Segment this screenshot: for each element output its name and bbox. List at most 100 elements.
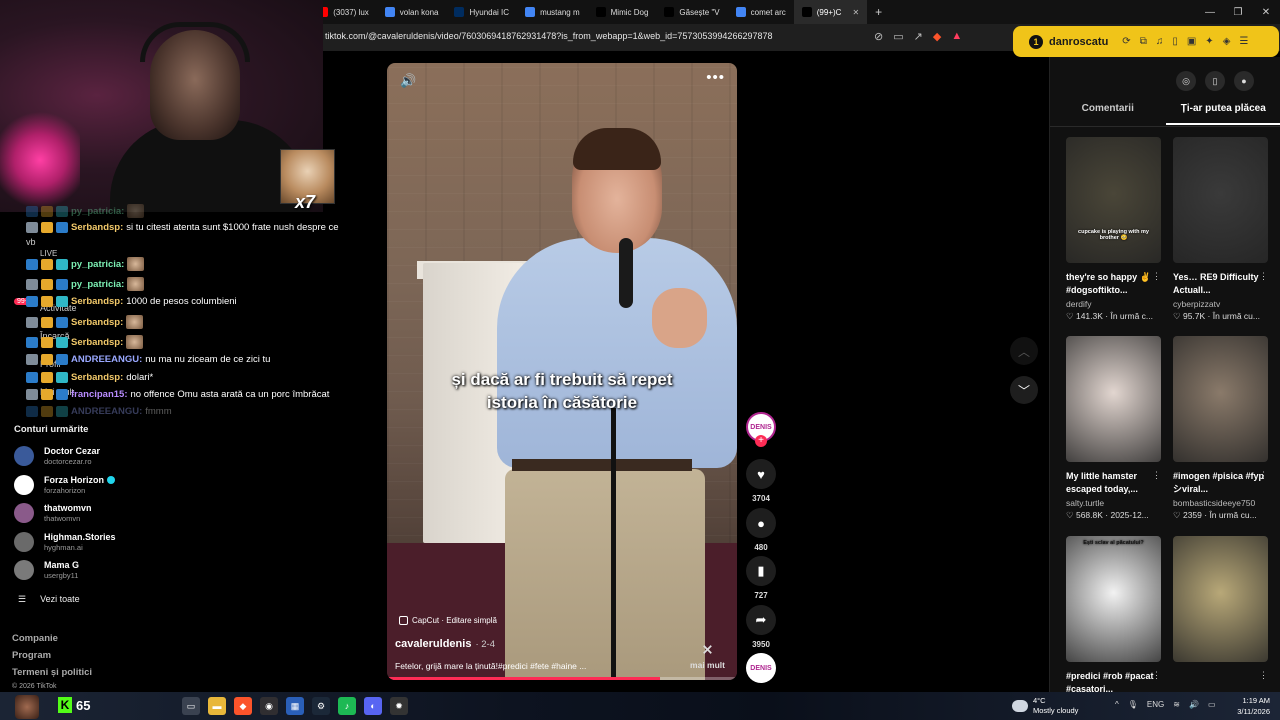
previous-video-button[interactable]: ︿ (1010, 337, 1038, 365)
video-creator[interactable]: derdify (1066, 299, 1161, 309)
chat-username[interactable]: Serbandsp: (71, 296, 123, 307)
recommended-video[interactable]: cupcake is playing with my brother 🥺 they… (1066, 137, 1161, 322)
footer-program[interactable]: Program (12, 650, 51, 661)
leo-icon[interactable]: ✦ (1205, 36, 1213, 47)
card-menu-icon[interactable]: ⋮ (1259, 670, 1268, 681)
video-title[interactable]: Yes… RE9 Difficulty Actuall... (1173, 271, 1268, 297)
chat-username[interactable]: ANDREEANGU: (71, 354, 142, 365)
device-icon[interactable]: ▯ (1205, 71, 1225, 91)
browser-tab[interactable]: Mimic Dog (588, 0, 657, 24)
sidebar-icon[interactable]: ▯ (1172, 36, 1178, 47)
video-player[interactable]: 🔊 ••• și dacă ar fi trebuit să repet ist… (387, 63, 737, 680)
recommended-video[interactable]: Ești sclav al păcatului? #predici #rob #p… (1066, 536, 1161, 696)
recommended-video[interactable]: My little hamster escaped today,... salty… (1066, 336, 1161, 521)
share-button[interactable]: ➦ 3950 (746, 605, 776, 649)
file-explorer-icon[interactable]: ▬ (208, 697, 226, 715)
chat-username[interactable]: Serbandsp: (71, 337, 123, 348)
chat-username[interactable]: francipan15: (71, 389, 128, 400)
next-video-button[interactable]: ﹀ (1010, 376, 1038, 404)
recommended-video[interactable]: martinaagega⋮ (1173, 536, 1268, 708)
video-title[interactable]: My little hamster escaped today,... (1066, 470, 1161, 496)
cast-icon[interactable]: ▭ (893, 30, 903, 43)
vpn-icon[interactable]: ◈ (1223, 36, 1231, 47)
following-account[interactable]: Doctor Cezar doctorcezar.ro (14, 446, 100, 466)
like-button[interactable]: ♥ 3704 (746, 459, 776, 503)
user-avatar-icon[interactable]: ● (1234, 71, 1254, 91)
profile-pill[interactable]: 1 danroscatu ⟳ ⧉ ♫ ▯ ▣ ✦ ◈ ☰ (1013, 26, 1279, 57)
rewards-icon[interactable]: ▲ (951, 30, 962, 43)
video-thumbnail[interactable] (1066, 336, 1161, 462)
browser-tab[interactable]: (99+)C ✕ (793, 0, 868, 24)
browser-tab[interactable]: comet arc (728, 0, 794, 24)
video-creator[interactable]: salty.turtle (1066, 498, 1161, 508)
menu-icon[interactable]: ☰ (1239, 36, 1248, 47)
mic-icon[interactable]: 🎙 (1128, 700, 1138, 709)
chat-username[interactable]: py_patricia: (71, 206, 124, 217)
card-menu-icon[interactable]: ⋮ (1152, 670, 1161, 681)
following-account[interactable]: Mama Gusergby11 (14, 560, 79, 580)
video-author[interactable]: cavaleruldenis · 2-4 (395, 638, 495, 650)
video-title[interactable]: #imogen #pisica #fyp シviral... (1173, 470, 1268, 496)
discord-icon[interactable]: ◐ (364, 697, 382, 715)
compass-icon[interactable]: ◎ (1176, 71, 1196, 91)
close-window-icon[interactable]: ✕ (1252, 7, 1280, 18)
following-account[interactable]: Highman.Stories hyghman.ai (14, 531, 116, 552)
screenshot-icon[interactable]: ⧉ (1140, 36, 1147, 47)
minimize-icon[interactable]: — (1196, 7, 1224, 18)
volume-icon[interactable]: 🔊 (400, 73, 416, 89)
store-icon[interactable]: ▦ (286, 697, 304, 715)
wallet-icon[interactable]: ▣ (1187, 36, 1196, 47)
sync-icon[interactable]: ⟳ (1122, 36, 1130, 47)
following-account[interactable]: Forza Horizon forzahorizon (14, 474, 115, 495)
music-icon[interactable]: ♫ (1156, 36, 1164, 47)
save-button[interactable]: ▮ 727 (746, 556, 776, 600)
browser-tab[interactable]: volan kona (377, 0, 447, 24)
video-thumbnail[interactable] (1173, 536, 1268, 662)
capcut-tag[interactable]: CapCut · Editare simplă (399, 616, 497, 625)
chat-username[interactable]: Serbandsp: (71, 222, 123, 233)
mute-icon[interactable]: ⊘ (874, 30, 883, 43)
share-icon[interactable]: ↗ (914, 30, 923, 43)
video-title[interactable]: they're so happy ✌️ #dogsoftikto... (1066, 271, 1161, 297)
wifi-icon[interactable]: ≋ (1173, 700, 1180, 709)
url-field[interactable]: tiktok.com/@cavaleruldenis/video/7603069… (325, 31, 772, 41)
tab-recommended[interactable]: Ți-ar putea plăcea (1165, 103, 1280, 125)
card-menu-icon[interactable]: ⋮ (1152, 470, 1161, 481)
comment-button[interactable]: ● 480 (746, 508, 776, 552)
chat-username[interactable]: py_patricia: (71, 259, 124, 270)
footer-terms[interactable]: Termeni și politici (12, 667, 92, 678)
see-all-button[interactable]: ☰ Vezi toate (18, 594, 80, 605)
chat-username[interactable]: Serbandsp: (71, 317, 123, 328)
recommended-video[interactable]: Yes… RE9 Difficulty Actuall... cyberpizza… (1173, 137, 1268, 322)
brave-icon[interactable]: ◆ (234, 697, 252, 715)
footer-company[interactable]: Companie (12, 633, 58, 644)
clock[interactable]: 1:19 AM 3/11/2026 (1232, 695, 1270, 717)
video-creator[interactable]: cyberpizzatv (1173, 299, 1268, 309)
weather-widget[interactable]: 4°C Mostly cloudy (1012, 696, 1078, 716)
tray-chevron-icon[interactable]: ^ (1115, 700, 1119, 709)
sound-avatar[interactable]: DENIS (746, 653, 776, 683)
steam-icon[interactable]: ⚙ (312, 697, 330, 715)
card-menu-icon[interactable]: ⋮ (1259, 470, 1268, 481)
following-account[interactable]: thatwomvn thatwomvn (14, 503, 92, 523)
language-indicator[interactable]: ENG (1147, 700, 1164, 709)
video-creator[interactable]: bombasticsideeye750 (1173, 498, 1268, 508)
card-menu-icon[interactable]: ⋮ (1152, 271, 1161, 282)
video-thumbnail[interactable]: cupcake is playing with my brother 🥺 (1066, 137, 1161, 263)
more-button[interactable]: ⨯ mai mult (690, 641, 725, 670)
new-tab-icon[interactable]: + (867, 5, 890, 19)
recommended-video[interactable]: #imogen #pisica #fyp シviral... bombastics… (1173, 336, 1268, 521)
more-options-icon[interactable]: ••• (706, 69, 725, 86)
chat-username[interactable]: ANDREEANGU: (71, 406, 142, 417)
obs-icon[interactable]: ◉ (260, 697, 278, 715)
task-view-icon[interactable]: ▭ (182, 697, 200, 715)
video-thumbnail[interactable]: Ești sclav al păcatului? (1066, 536, 1161, 662)
browser-tab[interactable]: Găsește "V (656, 0, 727, 24)
video-thumbnail[interactable] (1173, 336, 1268, 462)
follow-plus-icon[interactable]: + (755, 435, 767, 447)
app-icon[interactable]: ✹ (390, 697, 408, 715)
browser-tab[interactable]: mustang m (517, 0, 588, 24)
close-tab-icon[interactable]: ✕ (852, 8, 859, 17)
browser-tab[interactable]: Hyundai IC (446, 0, 517, 24)
battery-icon[interactable]: ▭ (1208, 700, 1216, 709)
